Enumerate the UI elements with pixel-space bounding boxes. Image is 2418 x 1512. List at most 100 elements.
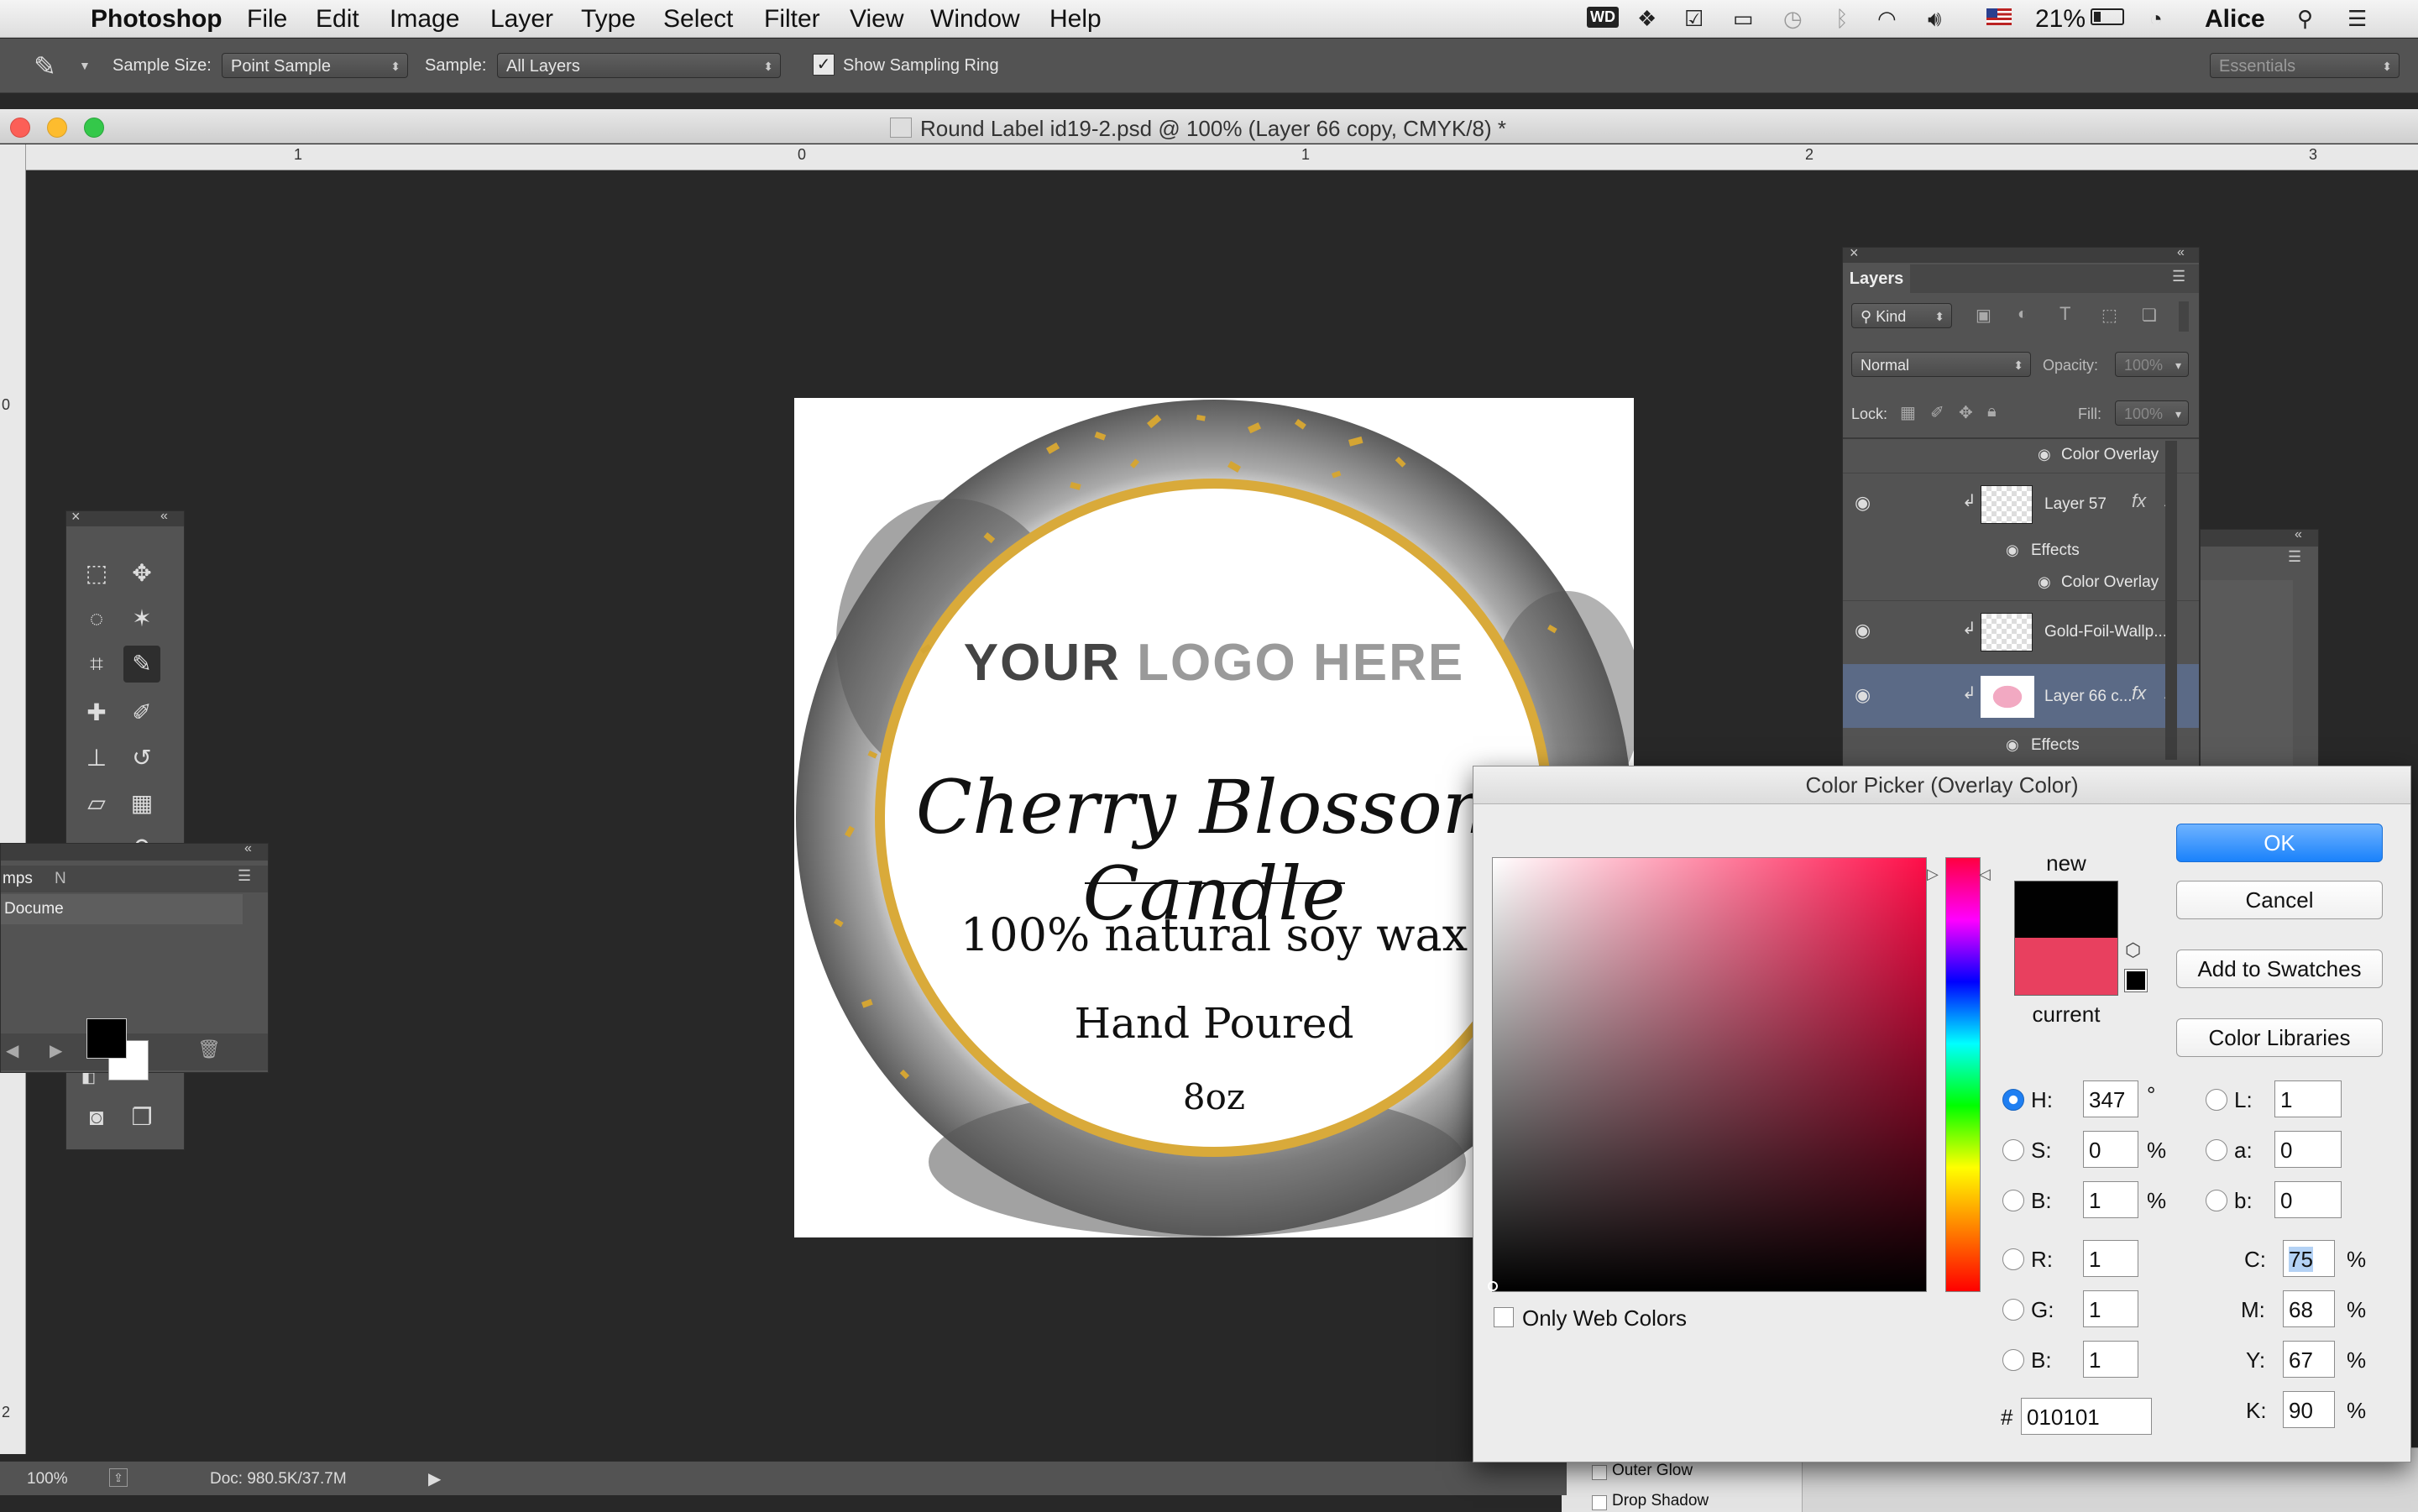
zoom-level[interactable]: 100% [27,1470,68,1488]
menu-type[interactable]: Type [581,5,636,34]
quick-mask-icon[interactable]: ◙ [78,1099,115,1136]
current-color-swatch[interactable] [2014,938,2118,996]
crop-tool-icon[interactable]: ⌗ [78,646,115,683]
show-sampling-ring-checkbox[interactable]: ✓ [813,54,835,76]
panel-menu-icon[interactable]: ☰ [2172,268,2185,285]
us-flag-input-icon[interactable] [1986,8,2012,25]
gradient-tool-icon[interactable]: ▦ [123,785,160,822]
b-channel-input[interactable]: 0 [2274,1181,2342,1218]
ok-button[interactable]: OK [2176,824,2383,862]
eyedropper-tool-icon[interactable]: ✎ [123,646,160,683]
brightness-input[interactable]: 1 [2083,1181,2138,1218]
layer-effect-row[interactable]: ◉ Effects [1843,731,2199,760]
clone-stamp-tool-icon[interactable]: ⊥ [78,740,115,777]
close-window-button[interactable] [10,118,30,138]
eye-icon[interactable]: ◉ [2006,736,2019,754]
list-item[interactable]: Docume [1,894,243,924]
layers-scrollbar[interactable] [2165,441,2177,760]
layer-row[interactable]: ◉ ↲ Gold-Foil-Wallp... [1843,600,2199,662]
history-brush-tool-icon[interactable]: ↺ [123,740,160,777]
collapse-icon[interactable]: « [160,509,168,524]
layer-row[interactable]: ◉ ↲ Layer 57 fx ▲ [1843,473,2199,534]
menu-layer[interactable]: Layer [490,5,553,34]
menu-window[interactable]: Window [930,5,1020,34]
black-input[interactable]: 90 [2283,1391,2335,1428]
gamut-warning-swatch[interactable] [2124,969,2148,992]
trash-icon[interactable]: 🗑︎ [197,1039,221,1060]
cyan-input[interactable]: 75 [2283,1240,2335,1277]
status-menu-arrow-icon[interactable]: ▶ [428,1468,441,1489]
hue-radio[interactable] [2002,1089,2024,1111]
saturation-brightness-field[interactable] [1488,857,1927,1292]
hue-input[interactable]: 347 [2083,1080,2138,1117]
green-radio[interactable] [2002,1299,2024,1321]
lock-image-icon[interactable]: ✐ [1930,402,1944,423]
eyedropper-preset-icon[interactable]: ✎ [34,50,56,82]
brightness-radio[interactable] [2002,1190,2024,1211]
collapse-icon[interactable]: « [2295,527,2302,542]
add-to-swatches-button[interactable]: Add to Swatches [2176,950,2383,988]
lightness-radio[interactable] [2206,1089,2227,1111]
eye-icon[interactable]: ◉ [1855,492,1871,514]
blue-radio[interactable] [2002,1349,2024,1371]
menu-filter[interactable]: Filter [764,5,820,34]
only-web-colors-checkbox[interactable] [1494,1307,1514,1327]
layer-effect-row[interactable]: ◉ Color Overlay [1843,441,2199,469]
healing-brush-tool-icon[interactable]: ✚ [78,694,115,731]
drop-shadow-checkbox[interactable] [1592,1495,1607,1510]
menu-view[interactable]: View [850,5,903,34]
sample-size-select[interactable]: Point Sample ⬍ [222,53,408,78]
menu-file[interactable]: File [247,5,287,34]
sample-select[interactable]: All Layers ⬍ [497,53,781,78]
a-channel-input[interactable]: 0 [2274,1131,2342,1168]
blend-mode-select[interactable]: Normal ⬍ [1851,352,2031,377]
lock-all-icon[interactable]: 🔒︎ [1987,402,1997,421]
close-icon[interactable]: × [1850,244,1859,262]
hex-input[interactable]: 010101 [2021,1398,2152,1435]
layer-row-selected[interactable]: ◉ ↲ Layer 66 c... fx ▲ [1843,664,2199,728]
lock-transparent-icon[interactable]: ▦ [1900,402,1916,423]
cancel-button[interactable]: Cancel [2176,881,2383,919]
collapse-icon[interactable]: « [244,841,252,856]
tools-panel-header[interactable]: × « [66,508,184,526]
dropbox-icon[interactable]: ❖ [1637,6,1656,32]
lock-position-icon[interactable]: ✥ [1959,402,1973,423]
eraser-tool-icon[interactable]: ▱ [78,785,115,822]
hue-slider[interactable] [1945,857,1981,1292]
layer-effect-row[interactable]: ◉ Color Overlay [1843,568,2199,597]
filter-shape-icon[interactable]: ⬚ [2101,305,2117,326]
red-input[interactable]: 1 [2083,1240,2138,1277]
workspace-select[interactable]: Essentials ⬍ [2210,53,2400,78]
outer-glow-label[interactable]: Outer Glow [1612,1462,1693,1480]
panel-menu-icon[interactable]: ☰ [238,867,251,885]
fx-icon[interactable]: fx [2132,683,2146,704]
menu-select[interactable]: Select [663,5,733,34]
volume-icon[interactable]: 🔊︎ [1928,6,1941,33]
vertical-ruler[interactable]: 0 2 [0,144,26,1454]
color-libraries-button[interactable]: Color Libraries [2176,1018,2383,1057]
menu-edit[interactable]: Edit [316,5,359,34]
airplay-icon[interactable]: ▭ [1733,6,1754,32]
close-icon[interactable]: × [71,508,81,526]
move-tool-icon[interactable]: ✥ [123,555,160,592]
outer-glow-checkbox[interactable] [1592,1465,1607,1480]
filter-type-icon[interactable]: T [2059,303,2070,325]
marquee-tool-icon[interactable]: ⬚ [78,555,115,592]
wd-drive-icon[interactable]: WD [1587,7,1619,28]
tab-layers[interactable]: Layers [1843,264,1910,293]
foreground-color-swatch[interactable] [86,1018,127,1059]
clock-icon[interactable]: ◔ [2149,6,2163,32]
hue-slider-left-arrow-icon[interactable]: ▷ [1927,866,1939,883]
filter-toggle[interactable] [2179,301,2189,332]
user-name[interactable]: Alice [2205,5,2265,34]
filter-pixel-icon[interactable]: ▣ [1976,305,1991,326]
opacity-input[interactable]: 100% ▾ [2115,352,2189,377]
panel-menu-icon[interactable]: ☰ [2288,548,2301,566]
notification-center-icon[interactable]: ☰ [2347,6,2367,32]
saturation-input[interactable]: 0 [2083,1131,2138,1168]
fx-icon[interactable]: fx [2132,490,2146,512]
eye-icon[interactable]: ◉ [2006,541,2019,559]
export-icon[interactable]: ⇪ [109,1468,128,1487]
layer-effect-row[interactable]: ◉ Effects [1843,536,2199,565]
filter-smart-object-icon[interactable]: ❏ [2142,305,2157,326]
